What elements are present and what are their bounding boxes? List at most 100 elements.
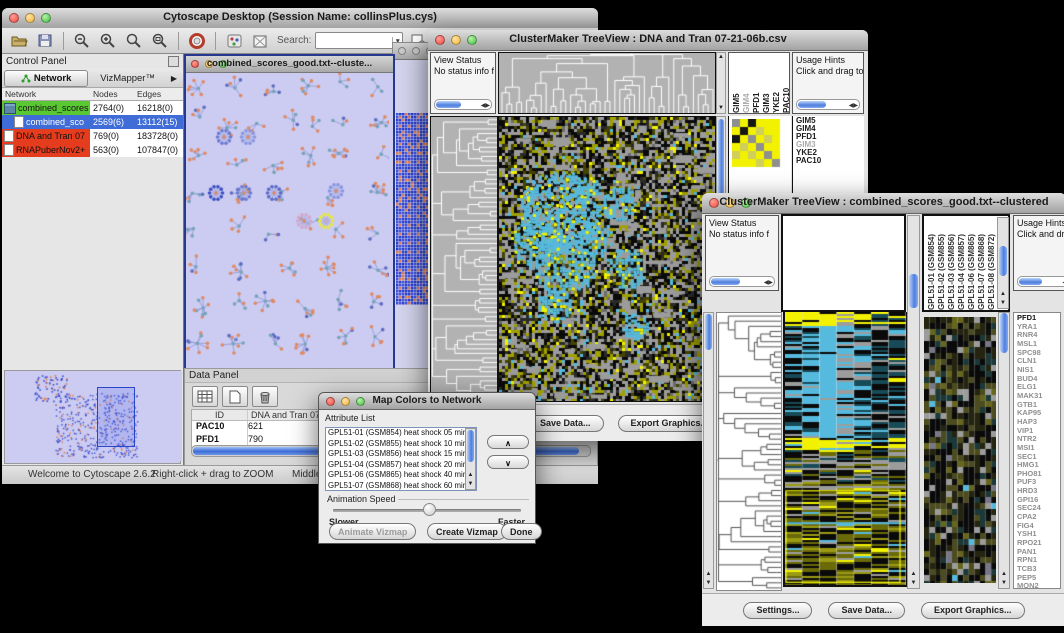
tv1-correlation-matrix[interactable] xyxy=(732,119,782,169)
tv2-heatmap-canvas[interactable] xyxy=(783,312,908,587)
birds-eye-viewport-rect[interactable] xyxy=(97,387,135,447)
network-tab-icon xyxy=(21,74,31,83)
open-folder-icon[interactable] xyxy=(8,31,30,51)
network-row-icon xyxy=(4,144,14,156)
desktop-background: Cytoscape Desktop (Session Name: collins… xyxy=(0,0,1064,633)
frame1-titlebar[interactable]: combined_scores_good.txt--cluste... xyxy=(186,56,393,73)
tv2-column-label[interactable]: GPL51-01 (GSM854) xyxy=(927,216,936,310)
tv1-action-button[interactable]: Save Data... xyxy=(527,415,604,432)
tv2-left-scrollbar[interactable]: ▲▼ xyxy=(703,312,714,589)
move-up-button[interactable]: ∧ xyxy=(487,435,529,449)
tv2-usage-scrollbar[interactable]: ◀ xyxy=(1017,276,1064,287)
network-frame-combined[interactable]: combined_scores_good.txt--cluste... xyxy=(184,54,395,372)
tv1-usage-scrollbar[interactable]: ◀▶ xyxy=(796,99,860,110)
tv2-zoom-vscrollbar[interactable]: ▲▼ xyxy=(998,312,1010,589)
tv1-column-label[interactable]: YKE2 xyxy=(772,53,781,113)
tv1-row-dendrogram[interactable] xyxy=(430,116,498,402)
network-row[interactable]: combined_sco 2569(6) 13112(15) xyxy=(2,115,183,129)
tv1-titlebar[interactable]: ClusterMaker TreeView : DNA and Tran 07-… xyxy=(428,30,868,51)
tv2-column-label[interactable]: GPL51-07 (GSM868) xyxy=(977,216,986,310)
attribute-list-scrollbar[interactable]: ▲▼ xyxy=(465,428,476,490)
tv2-action-button[interactable]: Save Data... xyxy=(828,602,905,619)
tv2-column-label[interactable]: GPL51-06 (GSM865) xyxy=(967,216,976,310)
tv1-column-dendrogram[interactable] xyxy=(498,52,716,114)
slider-thumb[interactable] xyxy=(423,503,436,516)
attribute-list-item[interactable]: GPL51-07 (GSM868) heat shock 60 min xyxy=(326,481,476,492)
manager-icon[interactable] xyxy=(249,31,271,51)
frame1-title: combined_scores_good.txt--cluste... xyxy=(186,58,393,69)
tv2-action-button[interactable]: Export Graphics... xyxy=(921,602,1025,619)
tv2-action-button[interactable]: Settings... xyxy=(743,602,812,619)
tab-vizmapper[interactable]: VizMapper™ xyxy=(90,73,165,84)
tv1-title: ClusterMaker TreeView : DNA and Tran 07-… xyxy=(428,33,868,45)
tv2-col-labels-scrollbar[interactable]: ▲▼ xyxy=(997,217,1009,309)
network-row[interactable]: RNAPuberNov2+ 563(0) 107847(0) xyxy=(2,143,183,157)
tv2-zoom-heatmap-canvas[interactable] xyxy=(924,317,996,583)
attribute-list-item[interactable]: GPL51-01 (GSM854) heat shock 05 min xyxy=(326,428,476,439)
attribute-list-item[interactable]: GPL51-02 (GSM855) heat shock 10 min xyxy=(326,439,476,450)
network-nodes-count: 2764(0) xyxy=(90,103,134,113)
main-titlebar[interactable]: Cytoscape Desktop (Session Name: collins… xyxy=(2,8,598,29)
control-panel-title: Control Panel xyxy=(6,56,67,67)
tv2-column-label[interactable]: GPL51-03 (GSM856) xyxy=(947,216,956,310)
tv1-row-label[interactable]: PAC10 xyxy=(796,157,864,165)
tv2-column-label[interactable]: GPL51-04 (GSM857) xyxy=(957,216,966,310)
attribute-row-id: PAC10 xyxy=(192,421,248,434)
zoom-fit-icon[interactable] xyxy=(149,31,171,51)
tv1-column-label[interactable]: GIM4 xyxy=(742,53,751,113)
network-table-rows: combined_scores 2764(0) 16218(0) combine… xyxy=(2,101,183,157)
tab-overflow-icon[interactable]: ▶ xyxy=(167,74,181,83)
tv2-column-label[interactable]: GPL51-08 (GSM872) xyxy=(987,216,996,310)
attribute-list[interactable]: GPL51-01 (GSM854) heat shock 05 minGPL51… xyxy=(325,427,477,491)
annotation-icon[interactable] xyxy=(223,31,245,51)
delete-attribute-icon[interactable] xyxy=(252,386,278,407)
attribute-select-icon[interactable] xyxy=(192,386,218,407)
create-vizmap-button[interactable]: Create Vizmap xyxy=(427,523,507,540)
tab-network[interactable]: Network xyxy=(4,70,88,87)
dialog-titlebar[interactable]: Map Colors to Network xyxy=(319,393,535,410)
animation-speed-slider[interactable] xyxy=(333,509,521,512)
tv2-row-dendrogram[interactable] xyxy=(716,312,782,591)
tv1-column-label[interactable]: PFD1 xyxy=(752,53,761,113)
tv1-status-scrollbar[interactable]: ◀▶ xyxy=(434,99,492,110)
attribute-list-item[interactable]: GPL51-04 (GSM857) heat shock 20 min xyxy=(326,460,476,471)
tv1-usage-hints-panel: Usage Hints Click and drag to ◀▶ xyxy=(792,52,864,114)
tv2-titlebar[interactable]: ClusterMaker TreeView : combined_scores_… xyxy=(702,193,1064,214)
zoom-selected-icon[interactable] xyxy=(123,31,145,51)
tv2-heatmap-vscrollbar[interactable]: ▲▼ xyxy=(907,215,920,589)
search-label: Search: xyxy=(277,35,311,46)
tv2-column-tree-area[interactable] xyxy=(781,214,906,312)
network-nodes-count: 2569(6) xyxy=(90,117,134,127)
network-edges-count: 16218(0) xyxy=(134,103,182,113)
new-attribute-icon[interactable] xyxy=(222,386,248,407)
tv2-row-label[interactable]: MON2 xyxy=(1017,582,1060,589)
network-nodes-count: 563(0) xyxy=(90,145,134,155)
tv2-column-label[interactable]: GPL51-02 (GSM855) xyxy=(937,216,946,310)
tv1-heatmap-canvas[interactable] xyxy=(498,116,716,402)
tv1-col-scrollbar[interactable]: ▲▼ xyxy=(716,52,726,114)
help-ring-icon[interactable] xyxy=(186,31,208,51)
zoom-out-icon[interactable] xyxy=(71,31,93,51)
status-hint-zoom: Right-click + drag to ZOOM xyxy=(152,469,273,480)
birds-eye-view[interactable] xyxy=(4,370,181,464)
network-row[interactable]: combined_scores 2764(0) 16218(0) xyxy=(2,101,183,115)
done-button[interactable]: Done xyxy=(501,523,542,540)
tv1-column-label[interactable]: GIM5 xyxy=(732,53,741,113)
attribute-list-item[interactable]: GPL51-06 (GSM865) heat shock 40 min xyxy=(326,470,476,481)
tv2-status-scrollbar[interactable]: ◀▶ xyxy=(709,276,775,287)
save-icon[interactable] xyxy=(34,31,56,51)
birds-eye-canvas[interactable] xyxy=(5,371,182,461)
zoom-in-icon[interactable] xyxy=(97,31,119,51)
network-view-canvas[interactable] xyxy=(186,73,389,367)
move-down-button[interactable]: ∨ xyxy=(487,455,529,469)
search-input[interactable]: ▾ xyxy=(315,32,403,49)
tv1-column-label[interactable]: PAC10 xyxy=(782,53,790,113)
animate-vizmap-button[interactable]: Animate Vizmap xyxy=(329,523,416,540)
tv1-column-label[interactable]: GIM3 xyxy=(762,53,771,113)
tv2-button-bar: Settings... Save Data... Export Graphics..… xyxy=(702,593,1064,626)
float-panel-icon[interactable] xyxy=(168,56,179,67)
network-name: combined_scores xyxy=(18,103,89,113)
dense-network-canvas[interactable] xyxy=(396,113,432,305)
attribute-list-item[interactable]: GPL51-03 (GSM856) heat shock 15 min xyxy=(326,449,476,460)
network-row[interactable]: DNA and Tran 07 769(0) 183728(0) xyxy=(2,129,183,143)
